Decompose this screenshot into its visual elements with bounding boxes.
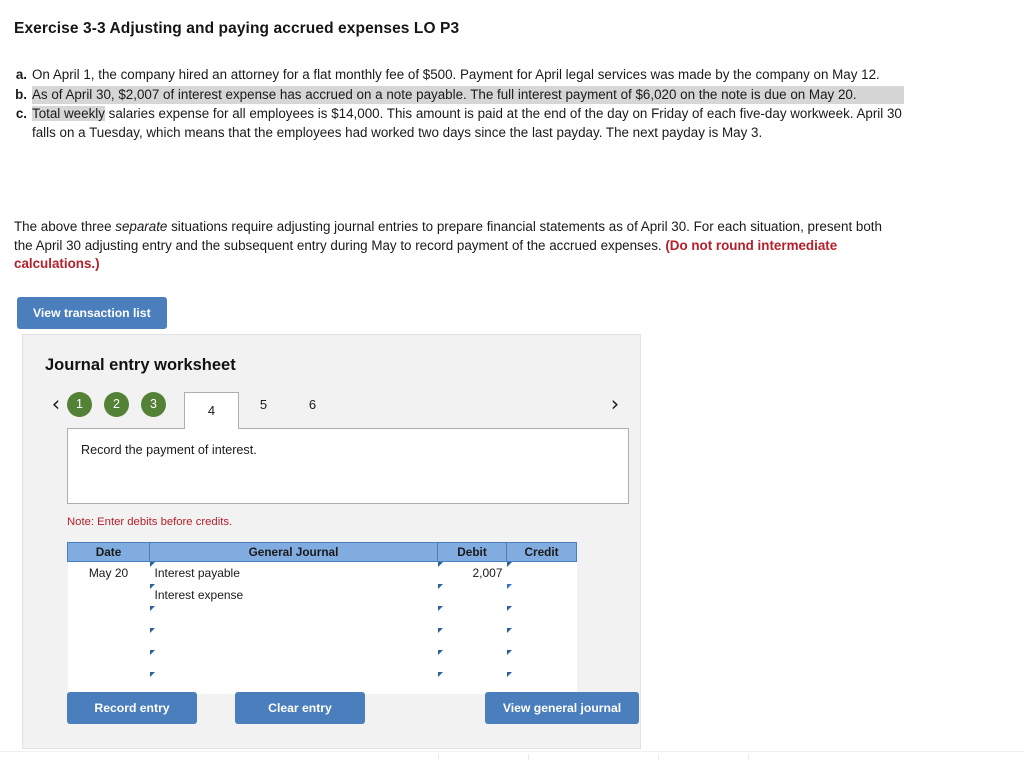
cell-date[interactable] xyxy=(67,584,150,606)
table-row xyxy=(67,606,577,628)
item-letter-b: b. xyxy=(15,86,27,102)
cell-general-journal-value: Interest expense xyxy=(154,588,244,602)
cell-general-journal[interactable] xyxy=(149,672,438,694)
journal-entry-table: Date General Journal Debit Credit May 20… xyxy=(67,542,577,694)
item-text-c-rest: salaries expense for all employees is $1… xyxy=(32,106,902,140)
record-entry-button[interactable]: Record entry xyxy=(67,692,197,724)
cell-credit[interactable] xyxy=(506,561,577,584)
instructions-paragraph: The above three separate situations requ… xyxy=(14,218,904,274)
cell-credit[interactable] xyxy=(506,650,577,672)
cell-general-journal[interactable]: Interest payable xyxy=(149,561,438,584)
chevron-left-icon[interactable]: ‹ xyxy=(45,393,67,415)
list-item: c. Total weekly salaries expense for all… xyxy=(14,105,904,142)
problem-items-list: a. On April 1, the company hired an atto… xyxy=(14,66,904,143)
column-header-credit: Credit xyxy=(506,542,577,562)
table-header-row: Date General Journal Debit Credit xyxy=(67,542,577,562)
cell-date[interactable] xyxy=(67,650,150,672)
item-text-a: On April 1, the company hired an attorne… xyxy=(32,67,880,82)
view-general-journal-button[interactable]: View general journal xyxy=(485,692,639,724)
cell-credit[interactable] xyxy=(506,672,577,694)
journal-table-body: May 20 Interest payable 2,007 Interest expe… xyxy=(67,561,577,694)
item-text-b: As of April 30, $2,007 of interest expen… xyxy=(32,85,904,104)
cell-date[interactable] xyxy=(67,606,150,628)
paragraph-emphasis: separate xyxy=(115,219,168,234)
below-fold-tick xyxy=(748,754,749,760)
cell-debit[interactable] xyxy=(437,672,507,694)
chevron-right-icon[interactable]: › xyxy=(604,393,626,415)
item-text-c-highlighted: Total weekly xyxy=(32,106,105,121)
cell-debit[interactable] xyxy=(437,628,507,650)
item-text-c: Total weekly salaries expense for all em… xyxy=(32,105,904,142)
tab-4[interactable]: 4 xyxy=(184,391,239,429)
cell-general-journal[interactable]: Interest expense xyxy=(149,584,438,606)
view-transaction-list-button[interactable]: View transaction list xyxy=(17,297,167,329)
cell-debit-value: 2,007 xyxy=(472,566,503,580)
cell-debit[interactable] xyxy=(437,650,507,672)
column-header-general-journal: General Journal xyxy=(149,542,438,562)
worksheet-tabs: ‹ 1 2 3 4 5 6 › xyxy=(45,387,626,429)
cell-general-journal[interactable] xyxy=(149,606,438,628)
cell-general-journal[interactable] xyxy=(149,650,438,672)
cell-credit[interactable] xyxy=(506,606,577,628)
cell-date[interactable] xyxy=(67,628,150,650)
table-row xyxy=(67,628,577,650)
page-fold-divider xyxy=(0,751,1024,752)
exercise-page: Exercise 3-3 Adjusting and paying accrue… xyxy=(0,0,1024,760)
cell-general-journal[interactable] xyxy=(149,628,438,650)
worksheet-prompt-text: Record the payment of interest. xyxy=(81,443,257,457)
cell-date[interactable] xyxy=(67,672,150,694)
paragraph-part1: The above three xyxy=(14,219,116,234)
tab-3[interactable]: 3 xyxy=(141,391,166,417)
journal-entry-worksheet-panel: Journal entry worksheet ‹ 1 2 3 4 5 6 › … xyxy=(22,334,641,749)
item-letter-a: a. xyxy=(15,67,27,82)
below-fold-tick xyxy=(658,754,659,760)
clear-entry-button[interactable]: Clear entry xyxy=(235,692,365,724)
page-title: Exercise 3-3 Adjusting and paying accrue… xyxy=(14,20,460,37)
cell-date[interactable]: May 20 xyxy=(67,561,150,584)
cell-debit[interactable]: 2,007 xyxy=(437,561,507,584)
worksheet-title: Journal entry worksheet xyxy=(45,356,236,374)
column-header-date: Date xyxy=(67,542,150,562)
worksheet-prompt-box: Record the payment of interest. xyxy=(67,428,629,504)
cell-credit[interactable] xyxy=(506,584,577,606)
table-row: May 20 Interest payable 2,007 xyxy=(67,561,577,584)
list-item: a. On April 1, the company hired an atto… xyxy=(14,66,904,85)
worksheet-footer: Record entry Clear entry View general jo… xyxy=(67,692,639,724)
column-header-debit: Debit xyxy=(437,542,507,562)
below-fold-tick xyxy=(438,754,439,760)
below-fold-tick xyxy=(528,754,529,760)
table-row: Interest expense xyxy=(67,584,577,606)
table-row xyxy=(67,672,577,694)
cell-debit[interactable] xyxy=(437,584,507,606)
tab-6[interactable]: 6 xyxy=(300,392,325,417)
list-item: b. As of April 30, $2,007 of interest ex… xyxy=(14,85,904,104)
item-letter-c: c. xyxy=(15,106,27,121)
tab-2[interactable]: 2 xyxy=(104,391,129,417)
table-row xyxy=(67,650,577,672)
debits-before-credits-note: Note: Enter debits before credits. xyxy=(67,516,233,528)
tab-5[interactable]: 5 xyxy=(251,392,276,417)
cell-debit[interactable] xyxy=(437,606,507,628)
cell-general-journal-value: Interest payable xyxy=(154,566,240,580)
cell-credit[interactable] xyxy=(506,628,577,650)
tab-1[interactable]: 1 xyxy=(67,391,92,417)
